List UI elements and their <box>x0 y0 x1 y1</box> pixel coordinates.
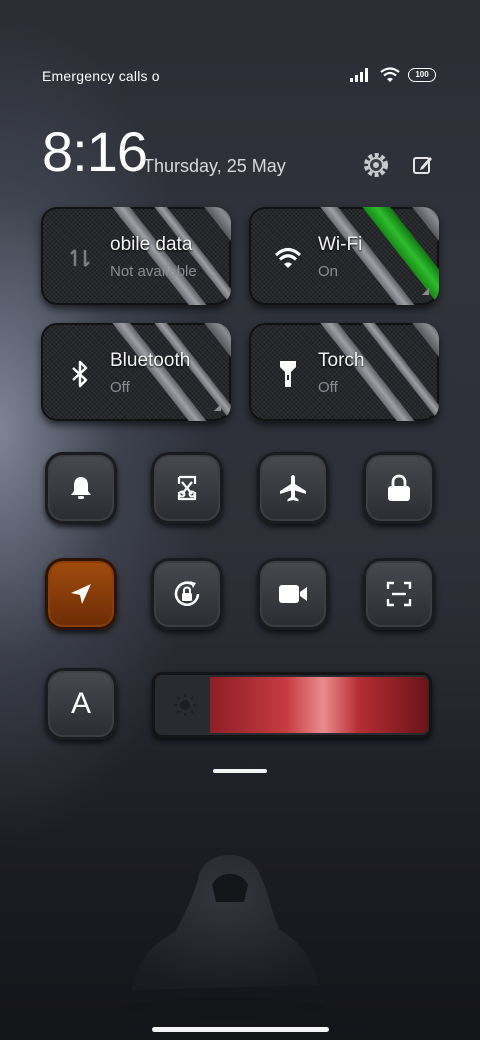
toggle-silent[interactable] <box>45 452 117 524</box>
bell-icon <box>71 477 91 499</box>
video-camera-icon <box>279 585 307 603</box>
tile-label: obile data <box>110 234 193 255</box>
edit-icon[interactable] <box>408 150 438 180</box>
auto-brightness-label: A <box>70 687 91 720</box>
scan-icon <box>386 581 412 607</box>
brightness-slider[interactable] <box>152 672 432 738</box>
toggle-location[interactable] <box>45 558 117 630</box>
location-icon <box>71 584 91 604</box>
status-icons: 100 <box>350 67 436 82</box>
wallpaper-figure <box>125 854 325 1018</box>
signal-icon <box>350 67 368 82</box>
tile-mobile-data[interactable]: obile data Not available <box>41 207 231 305</box>
wifi-icon <box>273 243 303 273</box>
drag-handle[interactable] <box>213 769 267 773</box>
tile-status: Not available <box>110 263 197 280</box>
toggle-lock[interactable] <box>363 452 435 524</box>
rotation-lock-icon <box>174 581 200 607</box>
expand-corner-icon <box>214 404 221 411</box>
toggle-rotation-lock[interactable] <box>151 558 223 630</box>
tile-status: Off <box>318 379 338 396</box>
toggle-airplane[interactable] <box>257 452 329 524</box>
toggle-screenshot[interactable] <box>151 452 223 524</box>
screenshot-icon <box>177 475 197 501</box>
wifi-icon <box>380 67 400 82</box>
toggle-screen-recorder[interactable] <box>257 558 329 630</box>
lock-icon <box>388 474 410 501</box>
tile-label: Torch <box>318 350 365 371</box>
clock-time: 8:16 <box>42 120 148 183</box>
torch-icon <box>273 359 303 389</box>
tile-status: Off <box>110 379 130 396</box>
brightness-fill <box>210 677 428 733</box>
tile-bluetooth[interactable]: Bluetooth Off <box>41 323 231 421</box>
navigation-bar[interactable] <box>152 1027 329 1032</box>
mobile-data-icon <box>65 243 95 273</box>
auto-brightness-button[interactable]: A <box>45 668 117 740</box>
tile-label: Wi-Fi <box>318 234 363 255</box>
battery-icon: 100 <box>408 67 436 82</box>
bluetooth-icon <box>65 359 95 389</box>
tile-torch[interactable]: Torch Off <box>249 323 439 421</box>
toggle-scanner[interactable] <box>363 558 435 630</box>
settings-gear-icon[interactable] <box>361 150 391 180</box>
status-text: Emergency calls o <box>42 68 160 84</box>
expand-corner-icon <box>422 288 429 295</box>
tile-status: On <box>318 263 339 280</box>
date-text: Thursday, 25 May <box>143 156 286 176</box>
tile-label: Bluetooth <box>110 350 191 371</box>
tile-wifi[interactable]: Wi-Fi On <box>249 207 439 305</box>
brightness-sun-icon <box>174 694 196 716</box>
airplane-icon <box>280 475 306 502</box>
